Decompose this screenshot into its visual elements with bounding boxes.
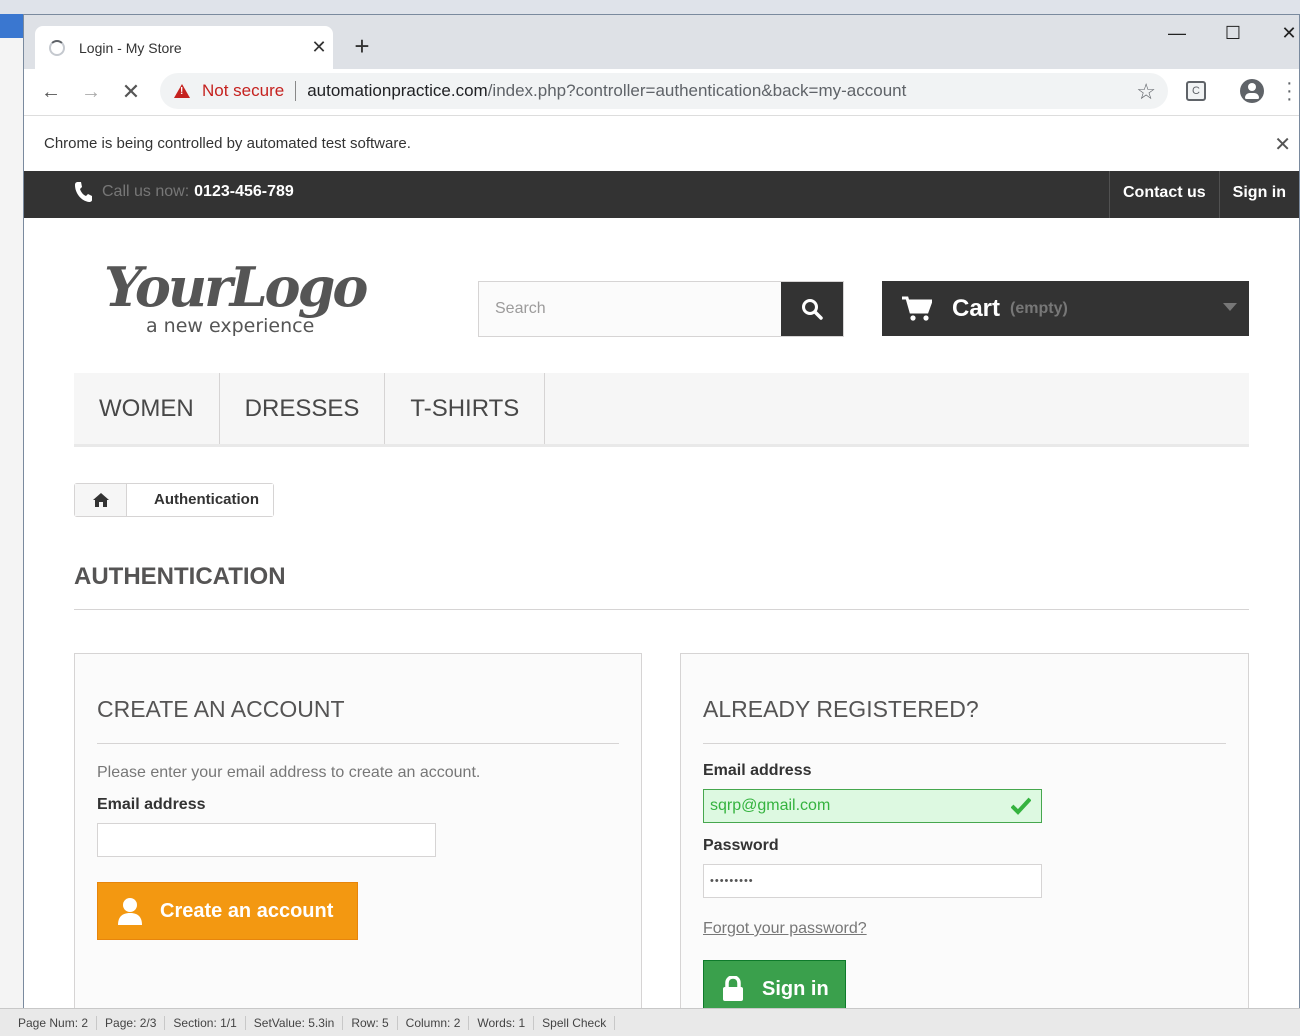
window-close-button[interactable]: ✕ [1266,23,1299,44]
browser-window: Login - My Store ✕ + — ☐ ✕ ← → ✕ Not sec… [23,14,1300,1011]
breadcrumb-current: Authentication [127,484,273,516]
warning-icon [174,84,190,98]
menu-item-women[interactable]: WOMEN [74,373,220,444]
tab-login[interactable]: Login - My Store ✕ [35,26,333,69]
breadcrumb: Authentication [74,483,274,517]
create-email-field[interactable] [97,823,436,857]
desktop-background-top [0,0,1300,14]
login-email-value: sqrp@gmail.com [710,797,831,814]
url-text: automationpractice.com/index.php?control… [307,81,906,101]
loading-spinner-icon [49,39,65,56]
search-box: Search [478,281,844,337]
desktop-app-strip [0,14,23,38]
home-icon [92,493,109,507]
status-page-num: Page Num: 2 [10,1015,98,1030]
stop-loading-icon[interactable]: ✕ [116,77,146,107]
address-separator [295,81,297,101]
forward-arrow-icon[interactable]: → [76,77,106,107]
menu-kebab-icon[interactable]: · · · [1286,73,1293,109]
login-form: ALREADY REGISTERED? Email address sqrp@g… [680,653,1249,1010]
browser-toolbar: ← → ✕ Not secure automationpractice.com/… [24,69,1299,115]
search-button[interactable] [781,282,843,336]
address-bar[interactable]: Not secure automationpractice.com/index.… [160,73,1168,109]
breadcrumb-home[interactable] [75,484,127,516]
header-sign-in-link[interactable]: Sign in [1218,171,1299,218]
status-words: Words: 1 [469,1015,535,1030]
phone-icon [75,182,92,202]
create-account-title: CREATE AN ACCOUNT [97,654,619,744]
tab-strip: Login - My Store ✕ + — ☐ ✕ [24,15,1299,69]
phone-block: Call us now: 0123-456-789 [74,181,294,203]
top-nav: Contact us Sign in [1109,171,1299,218]
desktop-background-left [0,14,23,1014]
status-column: Column: 2 [398,1015,470,1030]
login-title: ALREADY REGISTERED? [703,654,1226,744]
login-email-label: Email address [703,762,812,779]
create-email-label: Email address [97,796,206,813]
tab-close-button[interactable]: ✕ [305,37,333,58]
infobar-close-button[interactable]: ✕ [1274,132,1291,157]
password-field[interactable]: ••••••••• [703,864,1042,898]
bookmark-star-icon[interactable]: ☆ [1136,79,1156,105]
minimize-button[interactable]: — [1154,23,1200,44]
create-account-button-label: Create an account [160,899,334,922]
cart-block[interactable]: Cart (empty) [882,281,1249,336]
store-logo[interactable]: YourLogo a new experience [102,248,402,338]
menu-item-dresses[interactable]: DRESSES [220,373,386,444]
url-host: automationpractice.com [307,81,488,100]
status-spell-check[interactable]: Spell Check [534,1015,616,1030]
user-icon [118,898,142,925]
maximize-button[interactable]: ☐ [1210,23,1256,44]
status-section: Section: 1/1 [165,1015,246,1030]
cart-status: (empty) [1010,299,1068,317]
call-label: Call us now: [102,183,190,200]
automation-infobar: Chrome is being controlled by automated … [24,115,1299,171]
create-account-intro: Please enter your email address to creat… [97,764,481,781]
sign-in-button-label: Sign in [762,977,829,1000]
profile-avatar-icon[interactable] [1240,79,1264,103]
create-account-form: CREATE AN ACCOUNT Please enter your emai… [74,653,642,1010]
status-row: Row: 5 [343,1015,398,1030]
svg-text:YourLogo: YourLogo [104,255,367,319]
login-email-field[interactable]: sqrp@gmail.com [703,789,1042,823]
extension-icon[interactable]: C [1186,81,1206,101]
word-processor-status-bar: Page Num: 2 Page: 2/3 Section: 1/1 SetVa… [0,1008,1300,1036]
back-arrow-icon[interactable]: ← [36,77,66,107]
new-tab-button[interactable]: + [347,31,377,61]
search-icon [802,299,823,320]
contact-us-link[interactable]: Contact us [1109,171,1219,218]
page-title: AUTHENTICATION [74,563,1249,610]
status-setvalue: SetValue: 5.3in [246,1015,344,1030]
shop-top-bar: Call us now: 0123-456-789 Contact us Sig… [24,171,1299,218]
svg-text:a new experience: a new experience [146,315,314,337]
infobar-text: Chrome is being controlled by automated … [44,135,411,152]
status-page: Page: 2/3 [97,1015,166,1030]
create-account-button[interactable]: Create an account [97,882,358,940]
shopping-cart-icon [902,296,932,321]
web-page: Call us now: 0123-456-789 Contact us Sig… [24,171,1299,1010]
check-icon [1011,797,1031,815]
cart-label: Cart [952,294,1001,322]
tab-title: Login - My Store [79,39,182,56]
forgot-password-link[interactable]: Forgot your password? [703,920,1226,938]
password-label: Password [703,837,779,854]
menu-item-tshirts[interactable]: T-SHIRTS [385,373,546,444]
main-menu: WOMEN DRESSES T-SHIRTS [74,373,1249,447]
shop-header: YourLogo a new experience Search Cart (e… [24,218,1299,373]
url-path: /index.php?controller=authentication&bac… [487,81,907,100]
chevron-down-icon [1223,303,1237,311]
phone-number: 0123-456-789 [194,183,294,200]
not-secure-label: Not secure [202,81,285,100]
sign-in-button[interactable]: Sign in [703,960,846,1010]
lock-icon [723,976,743,1001]
search-input[interactable]: Search [479,282,781,336]
